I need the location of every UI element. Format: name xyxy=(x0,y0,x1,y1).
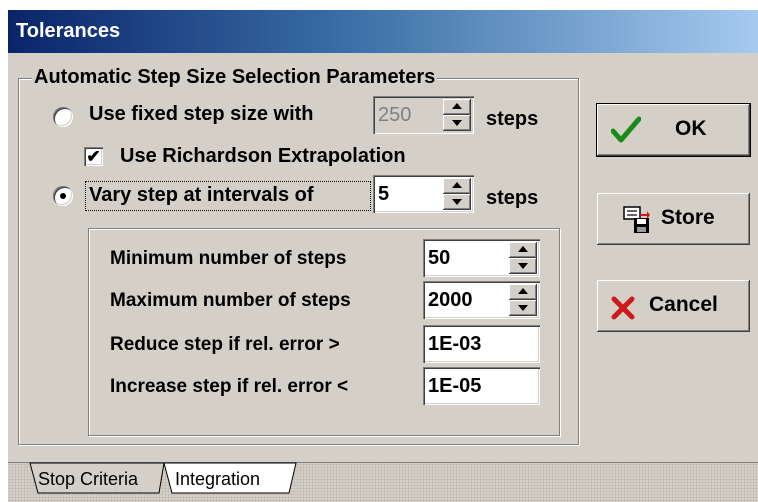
ok-label: OK xyxy=(675,117,707,140)
store-button[interactable]: Store xyxy=(597,193,750,245)
vary-step-spin-buttons[interactable] xyxy=(443,178,471,210)
spin-up-icon xyxy=(452,103,462,109)
reduce-step-value: 1E-03 xyxy=(428,333,482,355)
window-title: Tolerances xyxy=(16,20,121,42)
reduce-step-field[interactable]: 1E-03 xyxy=(423,325,540,363)
ok-button[interactable]: OK xyxy=(596,103,751,157)
checkmark-icon: ✔ xyxy=(86,147,101,166)
checkmark-icon xyxy=(611,116,641,143)
richardson-checkbox[interactable]: ✔ xyxy=(84,147,103,166)
spin-up-icon xyxy=(518,288,528,294)
cancel-label: Cancel xyxy=(649,293,718,316)
radio-selected-dot xyxy=(60,193,66,199)
spin-down-button[interactable] xyxy=(509,258,537,274)
store-icon xyxy=(623,206,650,233)
min-steps-spin-buttons[interactable] xyxy=(509,242,537,274)
spin-down-icon xyxy=(452,120,462,126)
spin-up-button[interactable] xyxy=(443,178,471,194)
increase-step-value: 1E-05 xyxy=(428,375,482,397)
vary-step-value: 5 xyxy=(378,183,390,205)
max-steps-spin-buttons[interactable] xyxy=(509,284,537,316)
tab-integration[interactable]: Integration xyxy=(175,463,290,493)
fixed-step-spinner[interactable]: 250 xyxy=(373,96,474,134)
tab-stop-criteria-label: Stop Criteria xyxy=(38,469,139,489)
vary-step-unit: steps xyxy=(486,187,539,209)
spin-down-button[interactable] xyxy=(443,194,471,210)
cancel-button[interactable]: Cancel xyxy=(597,280,750,332)
spin-down-icon xyxy=(452,199,462,205)
tab-strip: Stop Criteria Integration xyxy=(8,462,758,502)
increase-step-field[interactable]: 1E-05 xyxy=(423,367,540,405)
increase-step-label: Increase step if rel. error < xyxy=(110,376,349,397)
vary-step-label: Vary step at intervals of xyxy=(89,184,314,206)
spin-down-button[interactable] xyxy=(443,115,471,131)
spin-down-icon xyxy=(518,263,528,269)
vary-step-spinner[interactable]: 5 xyxy=(373,175,474,213)
spin-up-button[interactable] xyxy=(443,99,471,115)
tab-integration-label: Integration xyxy=(175,469,261,489)
vary-step-radio[interactable] xyxy=(53,186,73,206)
spin-down-button[interactable] xyxy=(509,300,537,316)
fixed-step-value: 250 xyxy=(378,104,412,126)
min-steps-spinner[interactable]: 50 xyxy=(423,239,540,277)
fixed-step-unit: steps xyxy=(486,108,539,130)
max-steps-label: Maximum number of steps xyxy=(110,290,351,311)
spin-up-button[interactable] xyxy=(509,242,537,258)
richardson-label: Use Richardson Extrapolation xyxy=(120,145,406,167)
group-legend: Automatic Step Size Selection Parameters xyxy=(32,66,438,89)
fixed-step-spin-buttons[interactable] xyxy=(443,99,471,131)
title-bar[interactable]: Tolerances xyxy=(8,10,758,53)
spin-up-icon xyxy=(452,182,462,188)
max-steps-spinner[interactable]: 2000 xyxy=(423,281,540,319)
max-steps-value: 2000 xyxy=(428,289,473,311)
tab-stop-criteria[interactable]: Stop Criteria xyxy=(38,463,162,493)
x-icon xyxy=(611,296,635,320)
min-steps-label: Minimum number of steps xyxy=(110,248,347,269)
spin-down-icon xyxy=(518,305,528,311)
min-steps-value: 50 xyxy=(428,247,451,269)
store-label: Store xyxy=(661,206,715,229)
fixed-step-label: Use fixed step size with xyxy=(89,103,314,125)
fixed-step-radio[interactable] xyxy=(53,107,73,127)
spin-up-button[interactable] xyxy=(509,284,537,300)
reduce-step-label: Reduce step if rel. error > xyxy=(110,334,340,355)
tolerances-dialog: Tolerances Automatic Step Size Selection… xyxy=(8,10,758,502)
spin-up-icon xyxy=(518,246,528,252)
